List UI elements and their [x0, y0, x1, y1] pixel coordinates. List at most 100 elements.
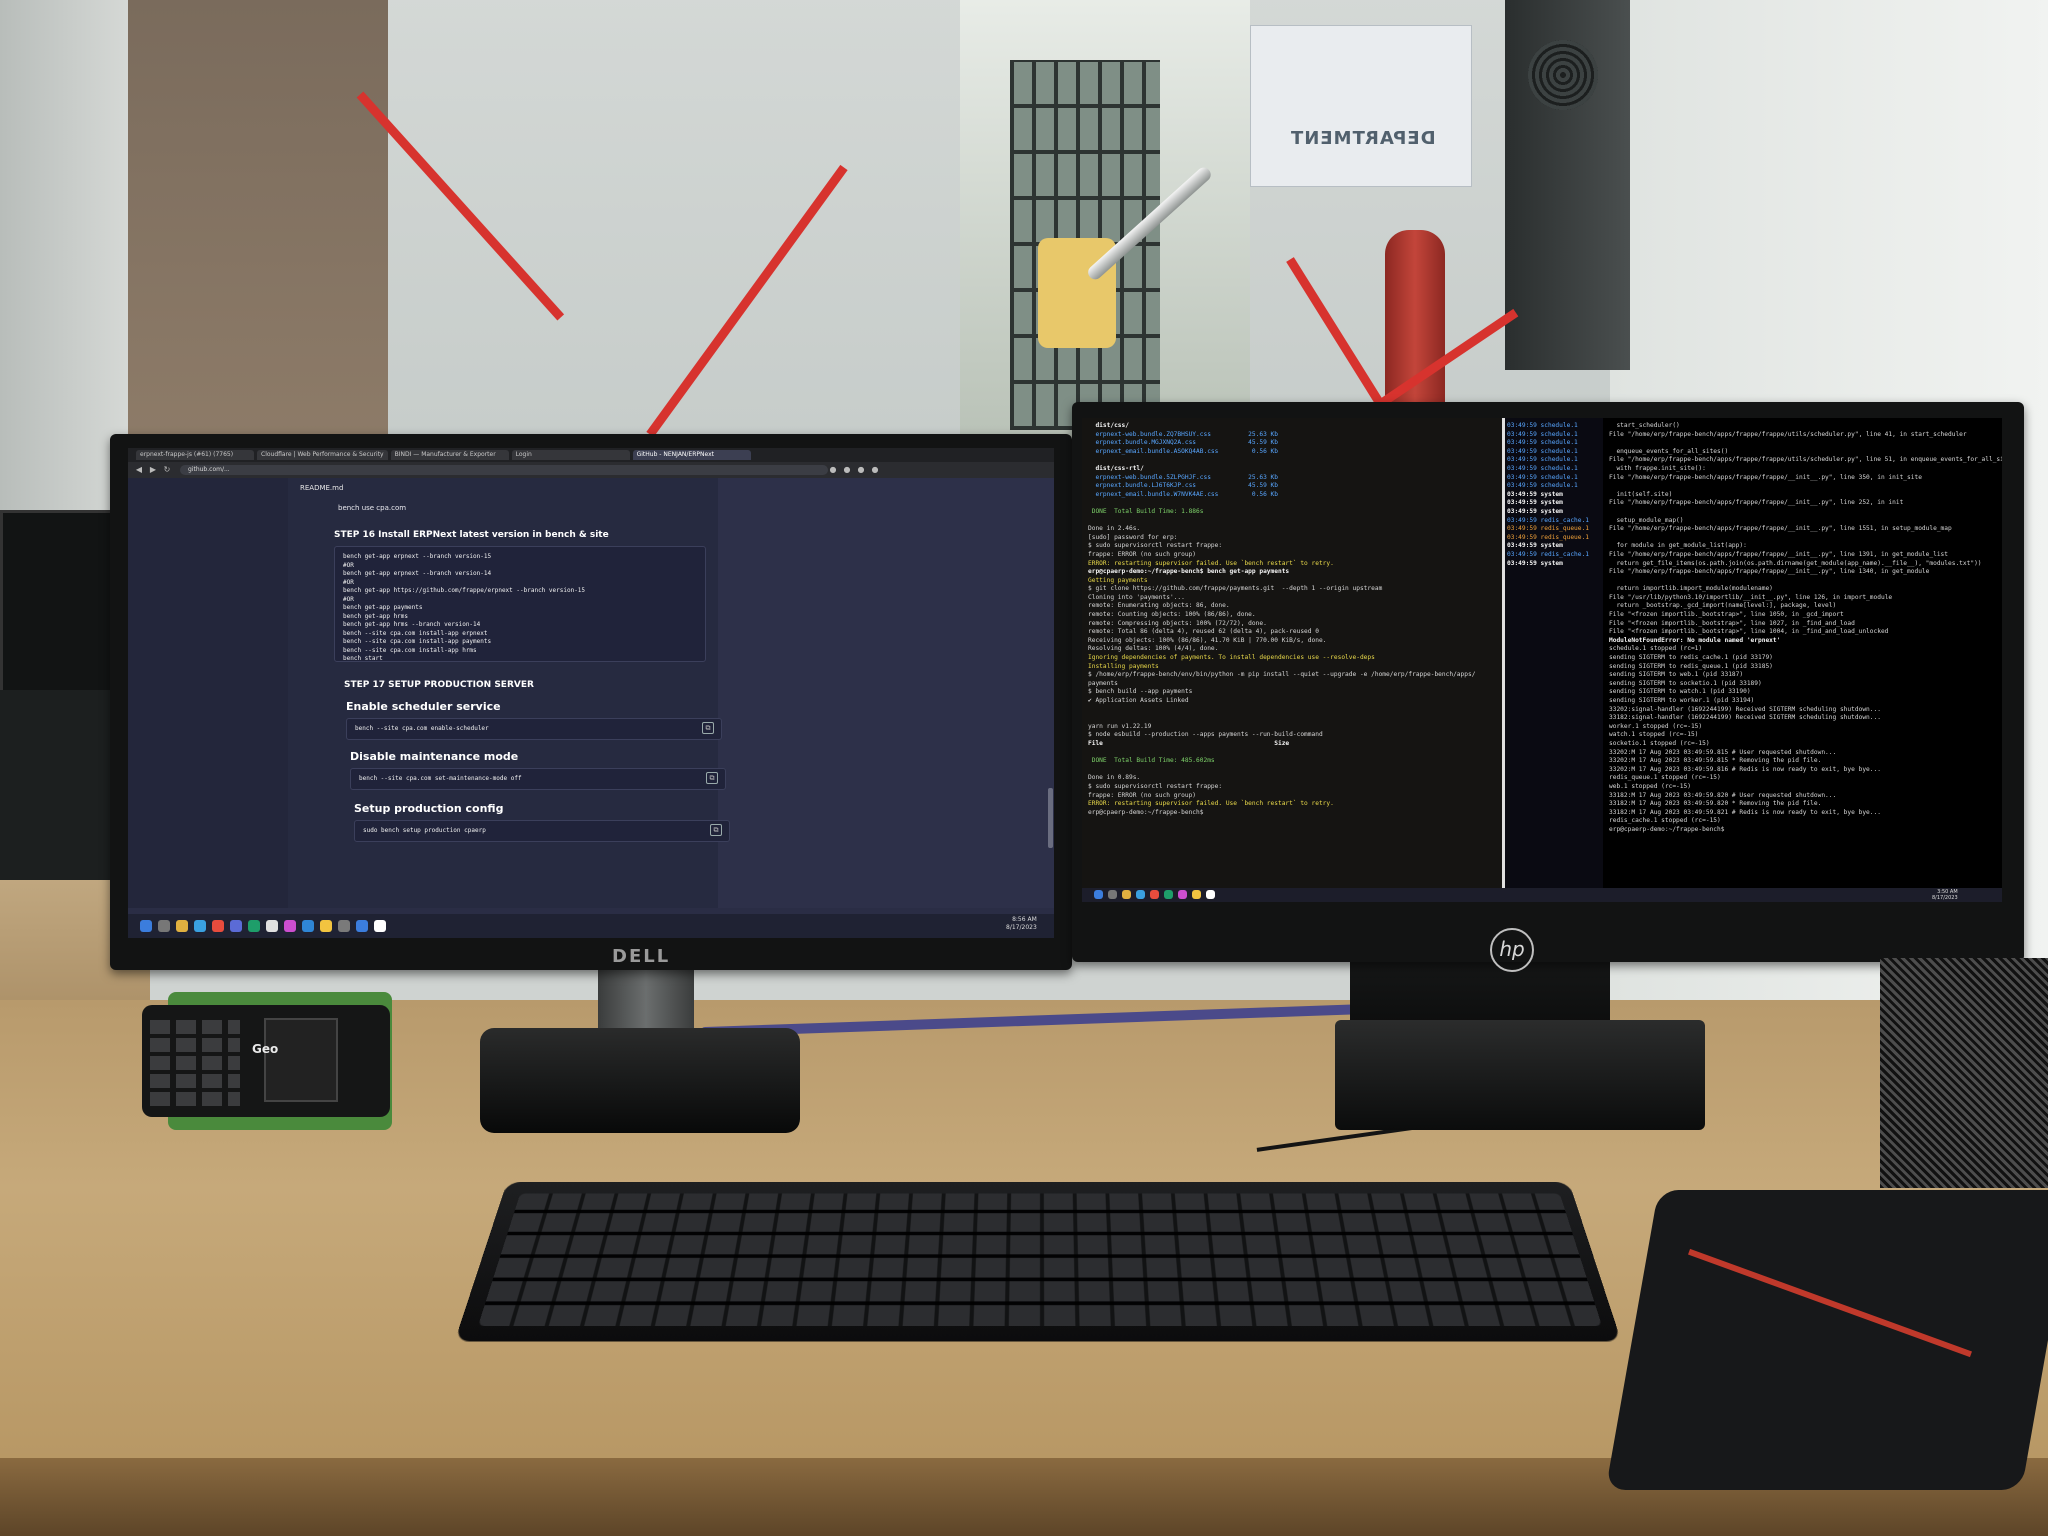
terminal-line: $ /home/erp/frappe-bench/env/bin/python … [1088, 671, 1476, 679]
browser-tab[interactable]: BINDI — Manufacturer & Exporter [390, 450, 509, 460]
app-icon[interactable] [266, 920, 278, 932]
step16-heading: STEP 16 Install ERPNext latest version i… [334, 530, 609, 540]
terminal-line: erpnext-web.bundle.ZQ7BHSUY.css 25.63 Kb [1088, 430, 1278, 438]
terminal-line: ModuleNotFoundError: No module named 'er… [1609, 636, 1781, 644]
fan-icon [1528, 40, 1598, 110]
app-icon[interactable] [302, 920, 314, 932]
browser-tab[interactable]: Cloudflare | Web Performance & Security [257, 450, 388, 460]
extension-icon[interactable]: ● [842, 465, 852, 475]
terminal-line: redis_cache.1 stopped (rc=-15) [1609, 817, 1721, 825]
section-heading: Setup production config [354, 802, 504, 815]
dell-screen: erpnext-frappe-js (#61) (7765) Cloudflar… [128, 448, 1054, 938]
terminal-line: 33202:signal-handler (1692244199) Receiv… [1609, 705, 1881, 713]
code-line: bench get-app erpnext --branch version-1… [343, 553, 492, 560]
terminal-line: 33202:M 17 Aug 2023 03:49:59.815 # User … [1609, 748, 1837, 756]
hp-screen: dist/css/ erpnext-web.bundle.ZQ7BHSUY.cs… [1082, 418, 2002, 902]
folder-icon[interactable] [1122, 890, 1131, 899]
copy-icon[interactable]: ⧉ [702, 722, 714, 734]
app-icon[interactable] [1192, 890, 1201, 899]
app-icon[interactable] [356, 920, 368, 932]
terminal-icon[interactable] [1206, 890, 1215, 899]
terminal-line: Done in 0.89s. [1088, 774, 1141, 782]
profile-icon[interactable]: ● [870, 465, 880, 475]
terminal-left-pane[interactable]: dist/css/ erpnext-web.bundle.ZQ7BHSUY.cs… [1082, 418, 1502, 888]
app-icon[interactable] [248, 920, 260, 932]
terminal-line: frappe: ERROR (no such group) [1088, 791, 1197, 799]
browser-tab[interactable]: erpnext-frappe-js (#61) (7765) [136, 450, 254, 460]
search-icon[interactable] [158, 920, 170, 932]
terminal-line: DONE Total Build Time: 1.886s [1088, 507, 1204, 515]
copy-icon[interactable]: ⧉ [706, 772, 718, 784]
terminal-line: File "/home/erp/frappe-bench/apps/frappe… [1609, 550, 1948, 558]
chrome-icon[interactable] [212, 920, 224, 932]
app-icon[interactable] [1164, 890, 1173, 899]
code-block: bench --site cpa.com set-maintenance-mod… [350, 768, 726, 790]
app-icon[interactable] [230, 920, 242, 932]
terminal-line: 03:49:59 schedule.1 [1507, 456, 1578, 464]
keyboard-keys[interactable] [478, 1193, 1602, 1326]
app-icon[interactable] [1178, 890, 1187, 899]
terminal-line: 33182:signal-handler (1692244199) Receiv… [1609, 714, 1881, 722]
browser-tabstrip: erpnext-frappe-js (#61) (7765) Cloudflar… [128, 448, 1054, 462]
reload-icon[interactable]: ↻ [162, 465, 172, 475]
terminal-line: 03:49:59 schedule.1 [1507, 422, 1578, 429]
chrome-icon[interactable] [1150, 890, 1159, 899]
browser-tab-active[interactable]: GitHub - NENJAN/ERPNext [632, 450, 751, 460]
app-icon[interactable] [338, 920, 350, 932]
terminal-right-pane[interactable]: 03:49:59 schedule.1 03:49:59 schedule.1 03… [1502, 418, 2002, 888]
browser-tab[interactable]: Login [511, 450, 630, 460]
terminal-line: redis_queue.1 stopped (rc=-15) [1609, 774, 1721, 782]
extension-icon[interactable]: ● [856, 465, 866, 475]
terminal-line: setup_module_map() [1609, 516, 1684, 524]
code-line: bench --site cpa.com install-app hrms [343, 646, 477, 654]
terminal-line: 03:49:59 system [1507, 542, 1563, 550]
extension-icon[interactable]: ● [828, 465, 838, 475]
app-icon[interactable] [284, 920, 296, 932]
terminal-line: 03:49:59 redis_cache.1 [1507, 550, 1589, 558]
terminal-line: Ignoring dependencies of payments. To in… [1088, 654, 1375, 662]
terminal-line: remote: Total 86 (delta 4), reused 62 (d… [1088, 628, 1319, 636]
code-line: bench get-app erpnext --branch version-1… [343, 570, 492, 577]
terminal-output: start_scheduler() File "/home/erp/frappe-… [1605, 418, 2002, 888]
edge-icon[interactable] [194, 920, 206, 932]
address-bar[interactable]: github.com/... [180, 465, 828, 475]
taskbar-clock[interactable]: 3:50 AM 8/17/2023 [1932, 889, 1958, 901]
terminal-line: Installing payments [1088, 662, 1159, 670]
search-icon[interactable] [1108, 890, 1117, 899]
terminal-line: erp@cpaerp-demo:~/frappe-bench$ bench ge… [1088, 568, 1290, 576]
terminal-line: File "/home/erp/frappe-bench/apps/frappe… [1609, 499, 1904, 507]
taskbar-clock[interactable]: 8:56 AM 8/17/2023 [1006, 916, 1037, 932]
terminal-line: 33202:M 17 Aug 2023 03:49:59.816 # Redis… [1609, 765, 1881, 773]
start-icon[interactable] [1094, 890, 1103, 899]
terminal-line: yarn run v1.22.19 [1088, 722, 1152, 730]
app-icon[interactable] [320, 920, 332, 932]
phone-screen [264, 1018, 338, 1102]
folder-icon[interactable] [176, 920, 188, 932]
terminal-line: sending SIGTERM to redis_cache.1 (pid 33… [1609, 654, 1773, 662]
back-icon[interactable]: ◀ [134, 465, 144, 475]
terminal-line: File "/home/erp/frappe-bench/apps/frappe… [1609, 473, 1922, 481]
terminal-line: 03:49:59 system [1507, 490, 1563, 498]
terminal-line: File Size [1088, 739, 1290, 747]
clock-date: 8/17/2023 [1932, 895, 1958, 901]
terminal-line: erpnext_email.bundle.W7NVK4AE.css 0.56 K… [1088, 490, 1278, 498]
terminal-line: 03:49:59 redis_queue.1 [1507, 525, 1589, 533]
terminal-line: remote: Counting objects: 100% (86/86), … [1088, 611, 1256, 619]
terminal-line: $ node esbuild --production --apps payme… [1088, 731, 1323, 739]
forward-icon[interactable]: ▶ [148, 465, 158, 475]
terminal-line: enqueue_events_for_all_sites() [1609, 447, 1729, 455]
terminal-line: File "/home/erp/frappe-bench/apps/frappe… [1609, 430, 1967, 438]
terminal-line: erp@cpaerp-demo:~/frappe-bench$ [1609, 825, 1725, 833]
terminal-line: Done in 2.46s. [1088, 525, 1141, 533]
app-icon[interactable] [374, 920, 386, 932]
terminal-line: for module in get_module_list(app): [1609, 542, 1747, 550]
edge-icon[interactable] [1136, 890, 1145, 899]
copy-icon[interactable]: ⧉ [710, 824, 722, 836]
scrollbar[interactable] [1048, 788, 1053, 848]
terminal-line: $ sudo supervisorctl restart frappe: [1088, 782, 1223, 790]
section-heading: Disable maintenance mode [350, 750, 519, 763]
start-icon[interactable] [140, 920, 152, 932]
